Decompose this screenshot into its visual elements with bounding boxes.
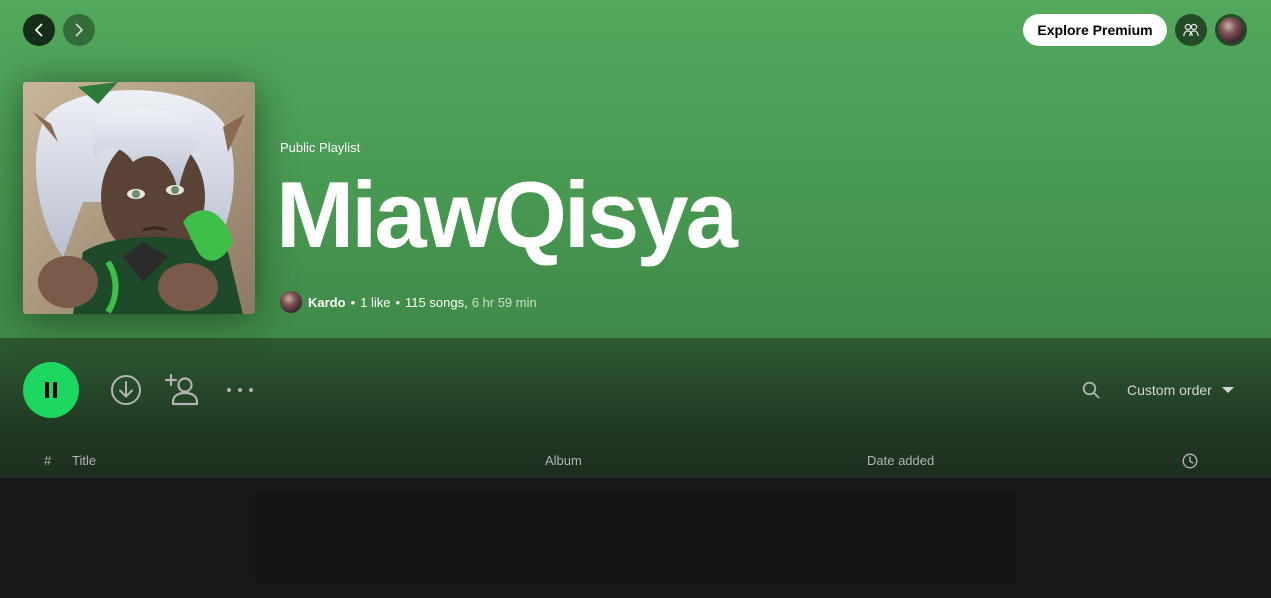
- more-icon: [227, 388, 253, 392]
- add-collaborator-button[interactable]: [164, 372, 200, 408]
- back-button[interactable]: [23, 14, 55, 46]
- pause-icon: [45, 382, 57, 398]
- loading-placeholder: [255, 493, 1015, 583]
- add-user-icon: [164, 373, 199, 406]
- column-title[interactable]: Title: [72, 453, 96, 468]
- download-button[interactable]: [110, 374, 142, 406]
- owner-avatar[interactable]: [280, 291, 302, 313]
- sort-label: Custom order: [1127, 382, 1212, 398]
- search-icon: [1082, 381, 1100, 399]
- clock-icon: [1182, 453, 1198, 469]
- explore-premium-button[interactable]: Explore Premium: [1023, 14, 1167, 46]
- sort-dropdown[interactable]: Custom order: [1127, 380, 1234, 400]
- more-options-button[interactable]: [224, 380, 256, 400]
- search-in-playlist-button[interactable]: [1078, 377, 1104, 403]
- column-duration[interactable]: [1181, 452, 1199, 470]
- songs-count: 115 songs,: [405, 294, 468, 310]
- likes-count: 1 like: [360, 294, 391, 310]
- user-avatar: [1218, 17, 1244, 43]
- playlist-cover[interactable]: [23, 82, 255, 314]
- column-album[interactable]: Album: [545, 453, 582, 468]
- column-index: #: [44, 453, 52, 468]
- playlist-type-label: Public Playlist: [280, 140, 361, 155]
- friends-icon: [1183, 23, 1199, 37]
- download-icon: [111, 375, 141, 405]
- separator-dot: •: [350, 294, 356, 310]
- chevron-right-icon: [75, 23, 83, 37]
- chevron-left-icon: [35, 23, 43, 37]
- pause-button[interactable]: [23, 362, 79, 418]
- forward-button[interactable]: [63, 14, 95, 46]
- profile-button[interactable]: [1215, 14, 1247, 46]
- column-date-added[interactable]: Date added: [867, 453, 934, 468]
- cover-image: [23, 82, 255, 314]
- separator-dot: •: [395, 294, 401, 310]
- caret-down-icon: [1221, 387, 1234, 393]
- owner-link[interactable]: Kardo: [308, 295, 346, 310]
- playlist-meta: Kardo • 1 like • 115 songs, 6 hr 59 min: [280, 290, 537, 314]
- total-duration: 6 hr 59 min: [471, 294, 537, 310]
- friend-activity-button[interactable]: [1175, 14, 1207, 46]
- page-title: MiawQisya: [276, 162, 738, 267]
